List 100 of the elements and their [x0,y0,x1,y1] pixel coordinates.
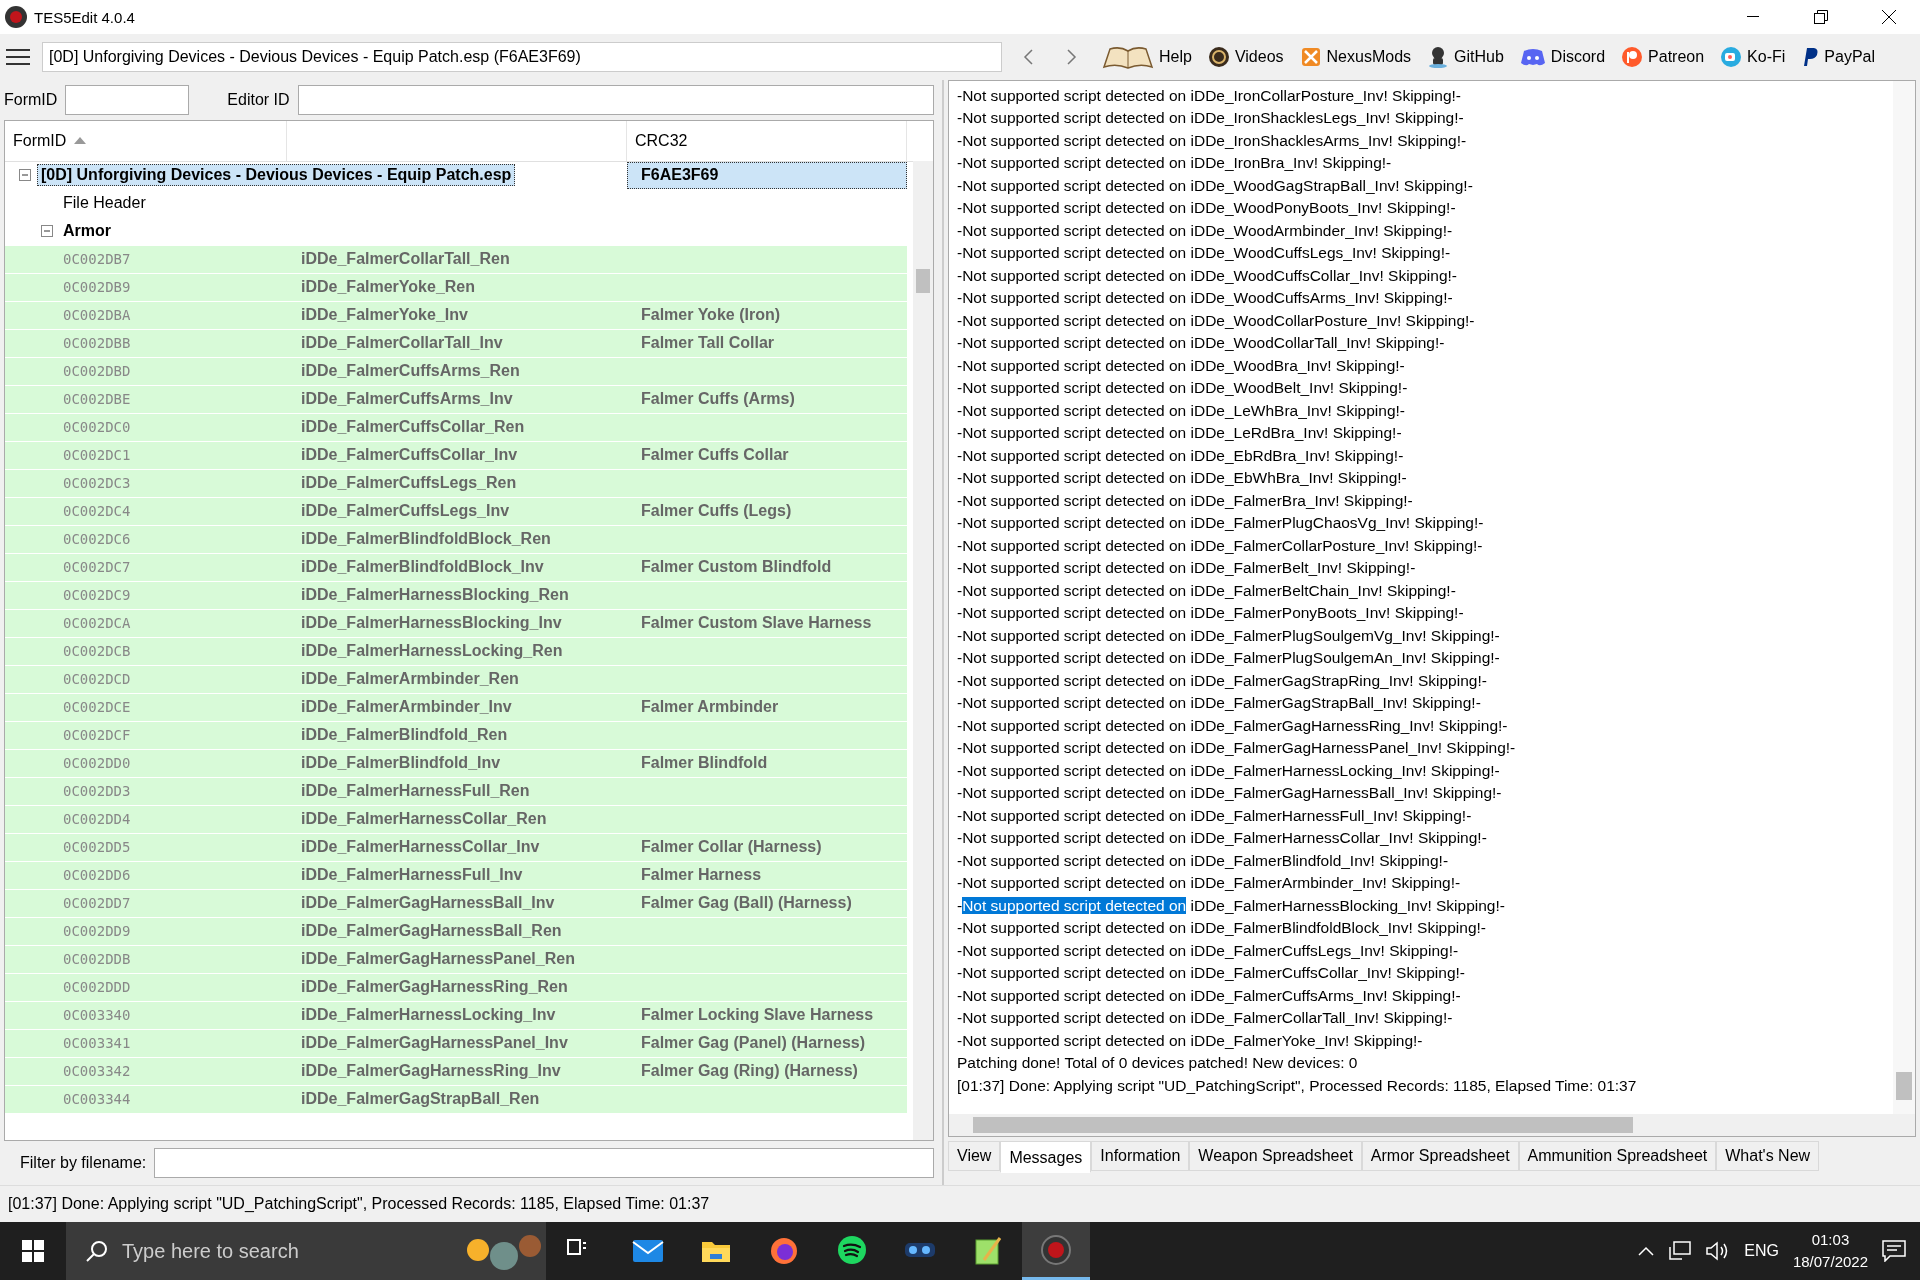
sort-ascending-icon [74,137,87,145]
editor-id-cell-text: iDDe_FalmerGagHarnessRing_Inv [300,1061,562,1082]
scrollbar[interactable] [913,160,933,1141]
network-icon[interactable] [1668,1241,1693,1261]
app-logo-icon [4,5,28,29]
log-line: -Not supported script detected on iDDe_IronShacklesArms_Inv! Skipping!- [957,130,1468,151]
log-line: -Not supported script detected on iDDe_LeRdBra_Inv! Skipping!- [957,423,1403,444]
chevron-up-icon[interactable] [1638,1246,1655,1256]
form-id-cell-text: 0C003344 [62,1090,132,1110]
form-id-cell-text: 0C002DCD [62,670,132,690]
form-id-cell-text: 0C002DD7 [62,894,132,914]
record-name-cell-text: Falmer Gag (Ball) (Harness) [640,893,853,914]
toolbar-link[interactable]: PayPal [1824,48,1876,66]
form-id-cell-text: 0C002DC0 [62,418,132,438]
language-indicator[interactable]: ENG [1744,1242,1779,1260]
column-header[interactable]: CRC32 [627,120,907,161]
editor-id-cell-text: iDDe_FalmerHarnessBlocking_Ren [300,585,570,606]
editor-id-cell-text: iDDe_FalmerCuffsArms_Ren [300,361,521,382]
taskbar-clock[interactable]: 01:03 18/07/2022 [1792,1229,1868,1273]
tab[interactable]: Ammunition Spreadsheet [1518,1141,1717,1172]
editor-id-cell-text: iDDe_FalmerYoke_Inv [300,305,469,326]
tree-node[interactable]: Armor [59,220,115,243]
minimize-icon [1747,16,1759,18]
taskbar-app-button[interactable] [1022,1222,1090,1280]
log-line: -Not supported script detected on iDDe_FalmerGagStrapRing_Inv! Skipping!- [957,670,1488,691]
search-icon [86,1240,108,1262]
tab[interactable]: View [948,1141,1001,1172]
filename-filter-field[interactable] [154,1148,934,1179]
tree-node[interactable]: File Header [59,192,150,215]
column-header[interactable]: FormID [5,120,287,161]
mail-icon [632,1239,664,1262]
vertical-scrollbar[interactable] [1893,80,1915,1115]
record-name-cell-text: Falmer Cuffs (Legs) [640,501,793,522]
log-line: -Not supported script detected on iDDe_FalmerBeltChain_Inv! Skipping!- [957,580,1457,601]
editor-id-cell-text: iDDe_FalmerCuffsLegs_Inv [300,501,511,522]
record-name-cell-text: Falmer Collar (Harness) [640,837,823,858]
editor-id-cell-text: iDDe_FalmerCollarTall_Inv [300,333,504,354]
close-icon [1882,10,1896,24]
editor-id-field[interactable] [297,84,934,115]
editor-id-cell-text: iDDe_FalmerGagHarnessPanel_Inv [300,1033,569,1054]
menu-icon[interactable] [6,49,30,65]
windows-logo-icon[interactable] [22,1240,44,1262]
tab[interactable]: Weapon Spreadsheet [1189,1141,1362,1172]
form-id-cell-text: 0C002DBD [62,362,132,382]
toolbar-link[interactable]: GitHub [1454,48,1504,66]
editor-id-cell-text: iDDe_FalmerBlindfoldBlock_Ren [300,529,552,550]
toolbar-link[interactable]: Patreon [1648,48,1705,66]
nexus-logo-icon [1299,46,1322,68]
editor-id-cell-text: iDDe_FalmerHarnessCollar_Ren [300,809,548,830]
editor-id-cell-text: iDDe_FalmerGagStrapBall_Ren [300,1089,541,1110]
collapse-toggle-icon[interactable] [41,225,53,238]
editor-id-cell-text: iDDe_FalmerCuffsLegs_Ren [300,473,518,494]
editor-id-cell-text: iDDe_FalmerCuffsCollar_Ren [300,417,526,438]
log-line: -Not supported script detected on iDDe_FalmerCuffsLegs_Inv! Skipping!- [957,940,1460,961]
record-name-cell-text: Falmer Cuffs (Arms) [640,389,796,410]
editor-id-cell-text: iDDe_FalmerHarnessCollar_Inv [300,837,541,858]
tree-node[interactable]: [0D] Unforgiving Devices - Devious Devices - Equip Patch.esp [37,164,516,187]
toolbar-link[interactable]: NexusMods [1326,48,1412,66]
cup-icon [1720,46,1743,68]
plugin-path-field[interactable]: [0D] Unforgiving Devices - Devious Devices - Equip Patch.esp (F6AE3F69) [42,42,1002,72]
horizontal-scrollbar[interactable] [949,1114,1915,1137]
log-line: -Not supported script detected on iDDe_EbWhBra_Inv! Skipping!- [957,468,1408,489]
editor-id-cell-text: iDDe_FalmerHarnessLocking_Inv [300,1005,557,1026]
log-line: -Not supported script detected on iDDe_IronBra_Inv! Skipping!- [957,153,1393,174]
log-line: -Not supported script detected on iDDe_FalmerBlindfoldBlock_Inv! Skipping!- [957,918,1487,939]
tab[interactable]: Armor Spreadsheet [1361,1141,1519,1172]
toolbar-link[interactable]: Videos [1234,48,1284,66]
toolbar-link[interactable]: Help [1159,48,1192,66]
form-id-cell-text: 0C003341 [62,1034,132,1054]
form-id-field[interactable] [65,84,190,115]
form-id-label: FormID [4,90,58,109]
form-id-cell-text: 0C002DDD [62,978,132,998]
toolbar-link[interactable]: Discord [1550,48,1606,66]
editor-id-cell-text: iDDe_FalmerArmbinder_Ren [300,669,520,690]
form-id-cell-text: 0C002DCE [62,698,132,718]
taskbar-search-field[interactable]: Type here to search [66,1222,546,1280]
form-id-cell-text: 0C002DCA [62,614,132,634]
form-id-cell-text: 0C002DC1 [62,446,132,466]
tab[interactable]: Information [1091,1141,1190,1172]
collapse-toggle-icon[interactable] [19,169,31,182]
chevron-right-icon [1067,49,1077,65]
task-view-icon [567,1238,586,1255]
tab[interactable]: What's New [1716,1141,1820,1172]
log-line: -Not supported script detected on iDDe_WoodCuffsLegs_Inv! Skipping!- [957,243,1452,264]
editor-id-cell-text: iDDe_FalmerBlindfold_Inv [300,753,502,774]
tab[interactable]: Messages [1000,1141,1092,1174]
editor-id-cell-text: iDDe_FalmerGagHarnessBall_Inv [300,893,556,914]
form-id-cell-text: 0C002DBA [62,306,132,326]
form-id-cell-text: 0C002DB9 [62,278,132,298]
editor-id-cell-text: iDDe_FalmerHarnessFull_Inv [300,865,524,886]
record-name-cell-text: Falmer Gag (Ring) (Harness) [640,1061,859,1082]
editor-id-cell-text: iDDe_FalmerHarnessBlocking_Inv [300,613,563,634]
log-line: -Not supported script detected on iDDe_FalmerHarnessFull_Inv! Skipping!- [957,805,1473,826]
log-line: -Not supported script detected on iDDe_WoodCollarTall_Inv! Skipping!- [957,333,1446,354]
toolbar-link[interactable]: Ko-Fi [1747,48,1786,66]
log-line: -Not supported script detected on iDDe_FalmerCollarPosture_Inv! Skipping!- [957,535,1484,556]
editor-id-cell-text: iDDe_FalmerArmbinder_Inv [300,697,513,718]
notification-icon[interactable] [1882,1240,1906,1262]
form-id-cell-text: 0C002DC3 [62,474,132,494]
record-name-cell-text: Falmer Cuffs Collar [640,445,790,466]
